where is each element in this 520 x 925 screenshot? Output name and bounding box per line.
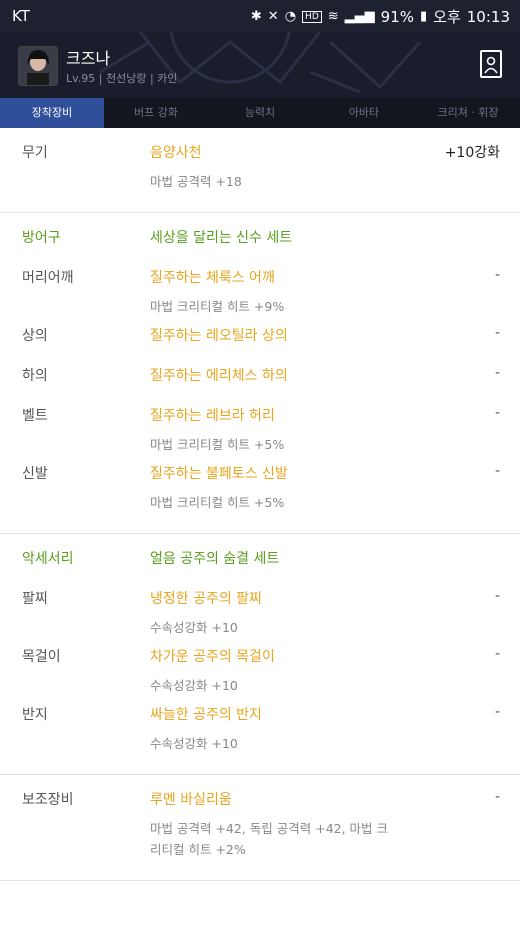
equipment-list: 무기 음양사천 +10강화 마법 공격력 +18 방어구 세상을 달리는 신수 …	[0, 128, 520, 881]
item-name[interactable]: 질주하는 불페토스 신발	[150, 461, 500, 483]
equipment-row[interactable]: 무기 음양사천 +10강화 마법 공격력 +18	[0, 140, 520, 198]
enhance-level: -	[494, 325, 500, 341]
item-stat: 마법 공격력 +18	[150, 174, 242, 189]
info-separator: |	[98, 72, 106, 85]
enhance-level: -	[494, 588, 500, 604]
item-name[interactable]: 질주하는 체룩스 어깨	[150, 265, 500, 287]
avatar[interactable]	[18, 46, 58, 86]
carrier-label: KT	[12, 7, 30, 25]
item-name[interactable]: 질주하는 에리체스 하의	[150, 363, 500, 385]
wifi-icon: ≋	[327, 9, 339, 24]
hd-icon: HD	[302, 10, 322, 23]
slot-label: 팔찌	[22, 591, 48, 607]
equipment-row[interactable]: 반지 싸늘한 공주의 반지 - 수속성강화 +10	[0, 702, 520, 760]
enhance-level: -	[494, 646, 500, 662]
equipment-row[interactable]: 머리어깨 질주하는 체룩스 어깨 - 마법 크리티컬 히트 +9%	[0, 265, 520, 323]
equipment-row[interactable]: 신발 질주하는 불페토스 신발 - 마법 크리티컬 히트 +5%	[0, 461, 520, 519]
mute-icon: ✕	[267, 9, 279, 24]
item-name[interactable]: 차가운 공주의 목걸이	[150, 644, 500, 666]
enhance-level: -	[494, 789, 500, 805]
enhance-level: -	[494, 365, 500, 381]
tab-equipment[interactable]: 장착장비	[0, 98, 104, 128]
accessory-section: 악세서리 얼음 공주의 숨결 세트 팔찌 냉정한 공주의 팔찌 - 수속성강화 …	[0, 534, 520, 775]
item-stat: 수속성강화 +10	[150, 620, 238, 635]
equipment-row[interactable]: 목걸이 차가운 공주의 목걸이 - 수속성강화 +10	[0, 644, 520, 702]
ampm-label: 오후	[433, 8, 461, 26]
slot-label: 상의	[22, 328, 48, 344]
character-info: Lv.95 | 천선낭랑 | 카인	[66, 70, 177, 86]
item-name[interactable]: 루멘 바실리움	[150, 787, 500, 809]
weapon-section: 무기 음양사천 +10강화 마법 공격력 +18	[0, 128, 520, 213]
item-name[interactable]: 싸늘한 공주의 반지	[150, 702, 500, 724]
equipment-row[interactable]: 상의 질주하는 레오틸라 상의 -	[0, 323, 520, 353]
equipment-row[interactable]: 벨트 질주하는 레브라 허리 - 마법 크리티컬 히트 +5%	[0, 403, 520, 461]
character-header: 크즈나 Lv.95 | 천선낭랑 | 카인	[0, 32, 520, 98]
item-name[interactable]: 질주하는 레브라 허리	[150, 403, 500, 425]
sub-equipment-section: 보조장비 루멘 바실리움 - 마법 공격력 +42, 독립 공격력 +42, 마…	[0, 775, 520, 881]
enhance-level: -	[494, 405, 500, 421]
tab-buff[interactable]: 버프 강화	[104, 98, 208, 128]
slot-label: 머리어깨	[22, 270, 74, 286]
equipment-row[interactable]: 팔찌 냉정한 공주의 팔찌 - 수속성강화 +10	[0, 586, 520, 644]
slot-label: 신발	[22, 466, 48, 482]
armor-section: 방어구 세상을 달리는 신수 세트 머리어깨 질주하는 체룩스 어깨 - 마법 …	[0, 213, 520, 534]
status-bar: KT ✱ ✕ ◔ HD ≋ ▂▄▆ 91% ▮ 오후 10:13	[0, 0, 520, 32]
enhance-level: +10강화	[444, 145, 500, 161]
slot-label: 반지	[22, 707, 48, 723]
item-stat: 마법 크리티컬 히트 +5%	[150, 437, 285, 452]
slot-label: 하의	[22, 368, 48, 384]
character-class: 천선낭랑	[105, 72, 147, 85]
slot-label: 보조장비	[22, 792, 74, 808]
tab-creature[interactable]: 크리쳐 · 휘장	[416, 98, 520, 128]
slot-label: 벨트	[22, 408, 48, 424]
item-stat: 마법 크리티컬 히트 +5%	[150, 495, 285, 510]
signal-icon: ▂▄▆	[344, 9, 375, 24]
item-stat: 마법 크리티컬 히트 +9%	[150, 299, 285, 314]
clock: 10:13	[466, 7, 510, 26]
tab-stats[interactable]: 능력치	[208, 98, 312, 128]
tab-avatar[interactable]: 아바타	[312, 98, 416, 128]
set-header-row: 악세서리 얼음 공주의 숨결 세트	[0, 546, 520, 576]
character-name: 크즈나	[66, 49, 111, 68]
equipment-row[interactable]: 하의 질주하는 에리체스 하의 -	[0, 363, 520, 393]
set-header-row: 방어구 세상을 달리는 신수 세트	[0, 225, 520, 255]
item-name[interactable]: 질주하는 레오틸라 상의	[150, 323, 500, 345]
group-label: 방어구	[22, 230, 61, 246]
character-server: 카인	[157, 72, 178, 85]
battery-icon: ▮	[420, 9, 428, 24]
bluetooth-icon: ✱	[250, 9, 262, 24]
item-stat: 마법 공격력 +42, 독립 공격력 +42, 마법 크리티컬 히트 +2%	[150, 821, 389, 857]
character-level: Lv.95	[66, 72, 96, 85]
set-name[interactable]: 세상을 달리는 신수 세트	[150, 225, 500, 247]
slot-label: 무기	[22, 145, 48, 161]
group-label: 악세서리	[22, 551, 74, 567]
equipment-row[interactable]: 보조장비 루멘 바실리움 - 마법 공격력 +42, 독립 공격력 +42, 마…	[0, 787, 520, 866]
set-name[interactable]: 얼음 공주의 숨결 세트	[150, 546, 500, 568]
profile-icon[interactable]	[480, 50, 502, 78]
item-name[interactable]: 냉정한 공주의 팔찌	[150, 586, 500, 608]
item-stat: 수속성강화 +10	[150, 736, 238, 751]
battery-percent: 91%	[380, 7, 414, 26]
enhance-level: -	[494, 267, 500, 283]
slot-label: 목걸이	[22, 649, 61, 665]
tab-bar: 장착장비 버프 강화 능력치 아바타 크리쳐 · 휘장	[0, 98, 520, 128]
enhance-level: -	[494, 704, 500, 720]
enhance-level: -	[494, 463, 500, 479]
alarm-icon: ◔	[284, 9, 297, 24]
item-stat: 수속성강화 +10	[150, 678, 238, 693]
